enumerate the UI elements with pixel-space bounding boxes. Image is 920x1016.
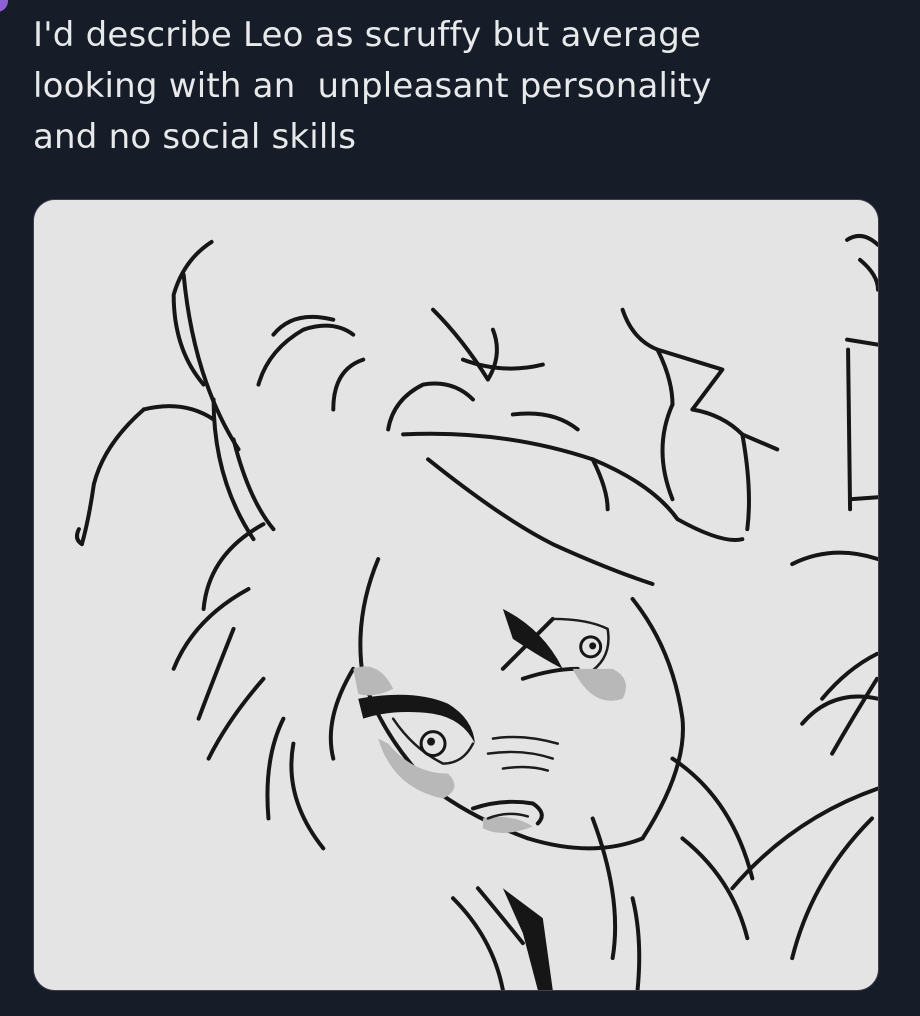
sketch-illustration (34, 200, 878, 990)
tweet-text: I'd describe Leo as scruffy but average … (33, 15, 712, 157)
avatar[interactable] (0, 0, 8, 12)
tweet-media-image[interactable] (33, 199, 879, 991)
